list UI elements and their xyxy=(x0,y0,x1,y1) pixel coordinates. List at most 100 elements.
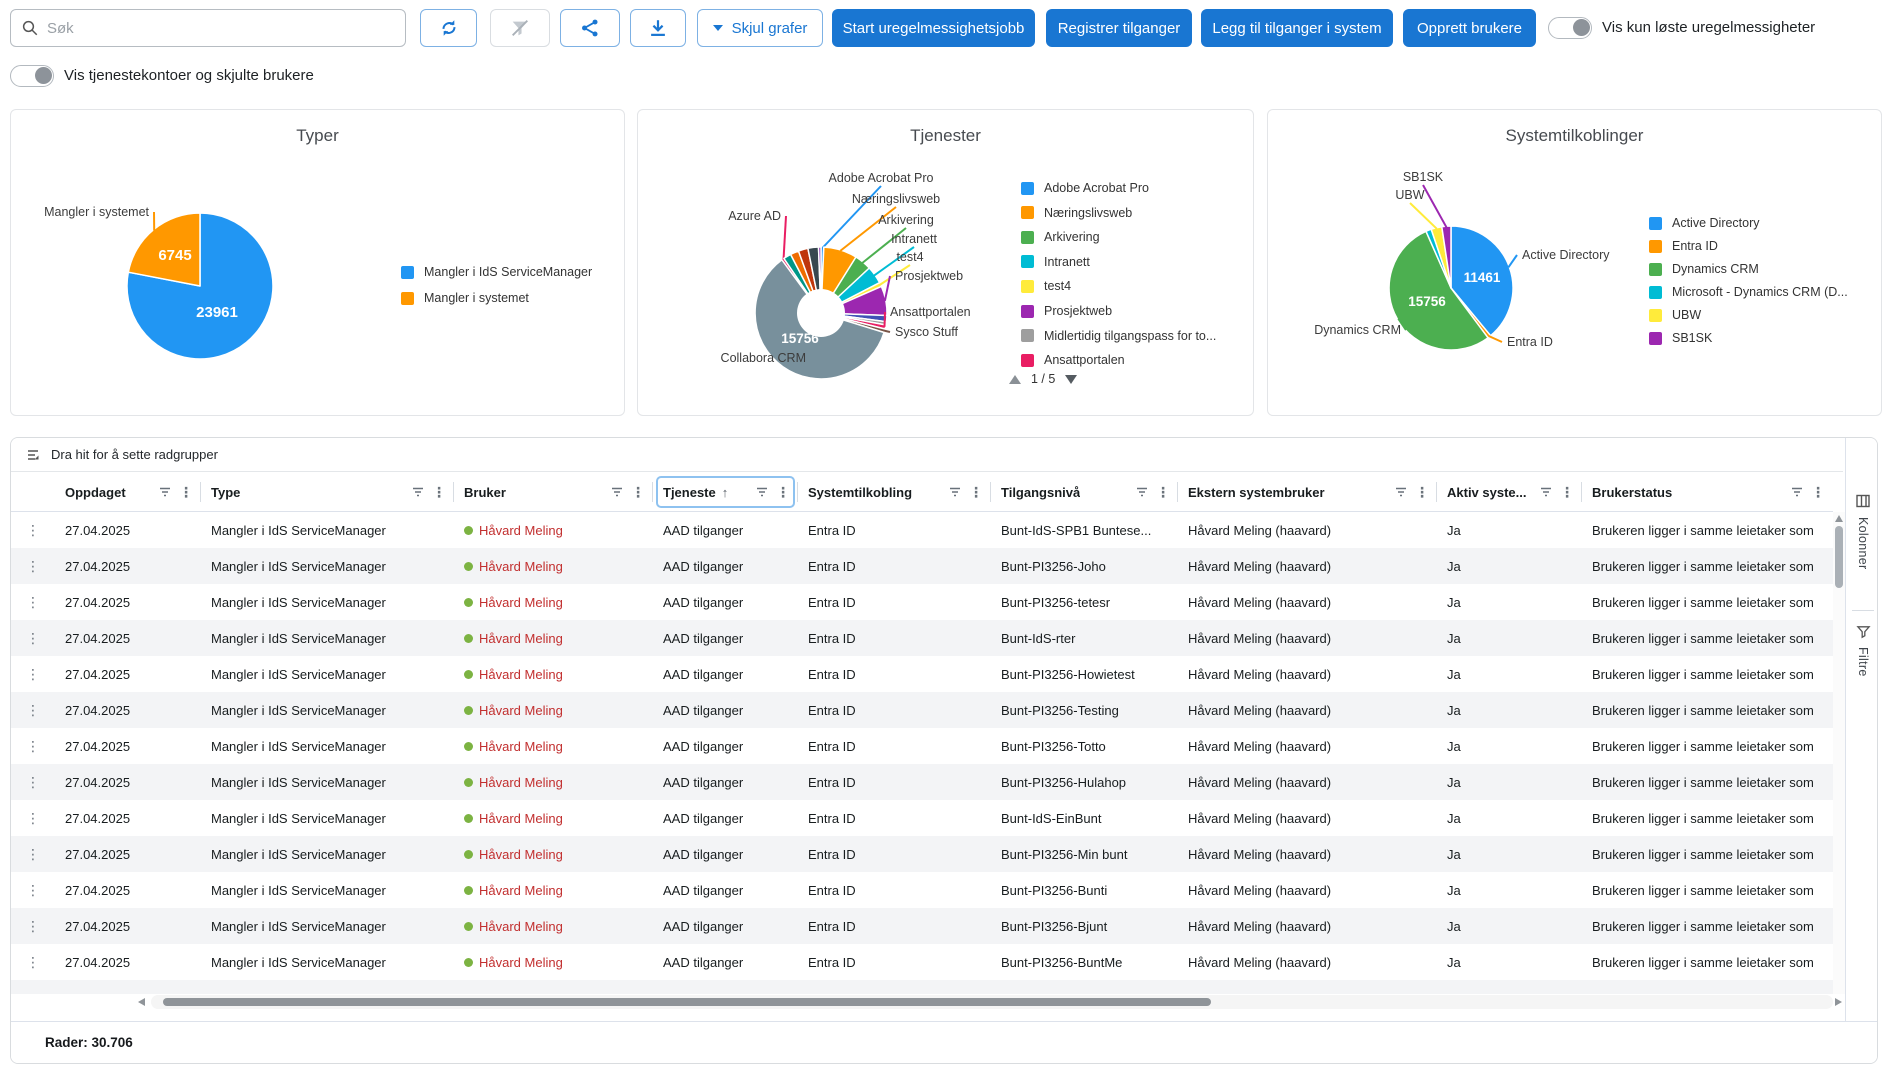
column-menu-icon[interactable]: ⋮ xyxy=(432,485,446,499)
table-row[interactable]: ⋮27.04.2025Mangler i IdS ServiceManagerH… xyxy=(11,512,1833,548)
legend-item[interactable]: Entra ID xyxy=(1649,238,1718,254)
cell-bruker[interactable]: Håvard Meling xyxy=(454,512,653,548)
vertical-scrollbar[interactable] xyxy=(1833,512,1845,994)
legend-item[interactable]: Mangler i IdS ServiceManager xyxy=(401,264,592,280)
vscroll-handle[interactable] xyxy=(1835,526,1843,588)
row-menu-button[interactable]: ⋮ xyxy=(11,692,55,728)
column-menu-icon[interactable]: ⋮ xyxy=(1156,485,1170,499)
row-menu-button[interactable]: ⋮ xyxy=(11,872,55,908)
filter-icon[interactable] xyxy=(1136,486,1148,498)
search-input[interactable] xyxy=(47,20,395,37)
column-header-oppdaget[interactable]: Oppdaget ⋮ xyxy=(55,472,201,512)
column-menu-icon[interactable]: ⋮ xyxy=(1560,485,1574,499)
create-users-button[interactable]: Opprett brukere xyxy=(1403,9,1536,47)
cell-bruker[interactable]: Håvard Meling xyxy=(454,836,653,872)
row-menu-button[interactable]: ⋮ xyxy=(11,764,55,800)
row-menu-button[interactable]: ⋮ xyxy=(11,584,55,620)
column-menu-icon[interactable]: ⋮ xyxy=(631,485,645,499)
download-button[interactable] xyxy=(630,9,686,47)
filter-icon[interactable] xyxy=(1395,486,1407,498)
legend-page-up-icon[interactable] xyxy=(1009,375,1021,384)
table-row[interactable]: ⋮27.04.2025Mangler i IdS ServiceManagerH… xyxy=(11,800,1833,836)
legend-item[interactable]: Active Directory xyxy=(1649,215,1760,231)
filter-icon[interactable] xyxy=(1540,486,1552,498)
column-menu-icon[interactable]: ⋮ xyxy=(1415,485,1429,499)
table-row[interactable]: ⋮27.04.2025Mangler i IdS ServiceManagerH… xyxy=(11,584,1833,620)
row-menu-button[interactable]: ⋮ xyxy=(11,908,55,944)
cell-bruker[interactable]: Håvard Meling xyxy=(454,620,653,656)
legend-item[interactable]: Arkivering xyxy=(1021,229,1100,245)
row-menu-button[interactable]: ⋮ xyxy=(11,548,55,584)
cell-bruker[interactable]: Håvard Meling xyxy=(454,548,653,584)
scroll-up-icon[interactable] xyxy=(1835,515,1843,522)
row-group-panel[interactable]: Dra hit for å sette radgrupper xyxy=(11,438,1843,472)
column-menu-icon[interactable]: ⋮ xyxy=(776,485,790,499)
table-row[interactable]: ⋮27.04.2025Mangler i IdS ServiceManagerH… xyxy=(11,872,1833,908)
legend-item[interactable]: test4 xyxy=(1021,278,1071,294)
legend-item[interactable]: Midlertidig tilgangspass for to... xyxy=(1021,328,1216,344)
table-row[interactable]: ⋮27.04.2025Mangler i IdS ServiceManagerH… xyxy=(11,908,1833,944)
legend-item[interactable]: Mangler i systemet xyxy=(401,290,529,306)
tab-filtre[interactable]: Filtre xyxy=(1846,624,1878,677)
filter-icon[interactable] xyxy=(412,486,424,498)
show-service-accounts-toggle[interactable] xyxy=(10,65,54,87)
column-menu-icon[interactable]: ⋮ xyxy=(1811,485,1825,499)
filter-icon[interactable] xyxy=(159,486,171,498)
legend-item[interactable]: Intranett xyxy=(1021,254,1090,270)
row-menu-button[interactable]: ⋮ xyxy=(11,836,55,872)
legend-item[interactable]: Næringslivsweb xyxy=(1021,205,1132,221)
cell-bruker[interactable]: Håvard Meling xyxy=(454,944,653,980)
share-button[interactable] xyxy=(560,9,620,47)
tab-kolonner[interactable]: Kolonner xyxy=(1846,493,1878,569)
search-box[interactable] xyxy=(10,9,406,47)
column-menu-icon[interactable]: ⋮ xyxy=(969,485,983,499)
table-row[interactable]: ⋮27.04.2025Mangler i IdS ServiceManagerH… xyxy=(11,764,1833,800)
table-row[interactable]: ⋮27.04.2025Mangler i IdS ServiceManagerH… xyxy=(11,620,1833,656)
cell-bruker[interactable]: Håvard Meling xyxy=(454,584,653,620)
row-menu-button[interactable]: ⋮ xyxy=(11,728,55,764)
table-row[interactable]: ⋮27.04.2025Mangler i IdS ServiceManagerH… xyxy=(11,692,1833,728)
row-menu-button[interactable]: ⋮ xyxy=(11,800,55,836)
row-menu-button[interactable]: ⋮ xyxy=(11,512,55,548)
register-accesses-button[interactable]: Registrer tilganger xyxy=(1046,9,1192,47)
hide-charts-button[interactable]: Skjul grafer xyxy=(697,9,823,47)
show-resolved-toggle[interactable] xyxy=(1548,17,1592,39)
legend-item[interactable]: SB1SK xyxy=(1649,330,1712,346)
column-header-ekstern-systembruker[interactable]: Ekstern systembruker ⋮ xyxy=(1178,472,1437,512)
legend-item[interactable]: Microsoft - Dynamics CRM (D... xyxy=(1649,284,1848,300)
filter-icon[interactable] xyxy=(949,486,961,498)
row-menu-button[interactable]: ⋮ xyxy=(11,944,55,980)
column-header-tjeneste[interactable]: Tjeneste ↑ ⋮ xyxy=(653,472,798,512)
cell-bruker[interactable]: Håvard Meling xyxy=(454,872,653,908)
legend-item[interactable]: UBW xyxy=(1649,307,1701,323)
start-irregularity-job-button[interactable]: Start uregelmessighetsjobb xyxy=(832,9,1035,47)
legend-item[interactable]: Prosjektweb xyxy=(1021,303,1112,319)
horizontal-scrollbar[interactable] xyxy=(11,994,1843,1010)
column-header-brukerstatus[interactable]: Brukerstatus ⋮ xyxy=(1582,472,1833,512)
row-menu-button[interactable]: ⋮ xyxy=(11,620,55,656)
scroll-right-icon[interactable] xyxy=(1835,998,1842,1006)
legend-item[interactable]: Dynamics CRM xyxy=(1649,261,1759,277)
column-header-aktiv-system[interactable]: Aktiv syste... ⋮ xyxy=(1437,472,1582,512)
hscroll-handle[interactable] xyxy=(163,998,1211,1006)
legend-page-down-icon[interactable] xyxy=(1065,375,1077,384)
table-row[interactable]: ⋮27.04.2025Mangler i IdS ServiceManagerH… xyxy=(11,836,1833,872)
table-row[interactable]: ⋮27.04.2025Mangler i IdS ServiceManagerH… xyxy=(11,944,1833,980)
column-header-bruker[interactable]: Bruker ⋮ xyxy=(454,472,653,512)
column-header-tilgangsniva[interactable]: Tilgangsnivå ⋮ xyxy=(991,472,1178,512)
legend-item[interactable]: Ansattportalen xyxy=(1021,352,1125,368)
cell-bruker[interactable]: Håvard Meling xyxy=(454,656,653,692)
refresh-button[interactable] xyxy=(420,9,477,47)
row-menu-button[interactable]: ⋮ xyxy=(11,656,55,692)
cell-bruker[interactable]: Håvard Meling xyxy=(454,692,653,728)
filter-icon[interactable] xyxy=(611,486,623,498)
add-accesses-to-system-button[interactable]: Legg til tilganger i system xyxy=(1201,9,1393,47)
column-header-systemtilkobling[interactable]: Systemtilkobling ⋮ xyxy=(798,472,991,512)
legend-item[interactable]: Adobe Acrobat Pro xyxy=(1021,180,1149,196)
cell-bruker[interactable]: Håvard Meling xyxy=(454,800,653,836)
cell-bruker[interactable]: Håvard Meling xyxy=(454,728,653,764)
cell-bruker[interactable]: Håvard Meling xyxy=(454,908,653,944)
column-menu-icon[interactable]: ⋮ xyxy=(179,485,193,499)
cell-bruker[interactable]: Håvard Meling xyxy=(454,764,653,800)
filter-icon[interactable] xyxy=(756,486,768,498)
